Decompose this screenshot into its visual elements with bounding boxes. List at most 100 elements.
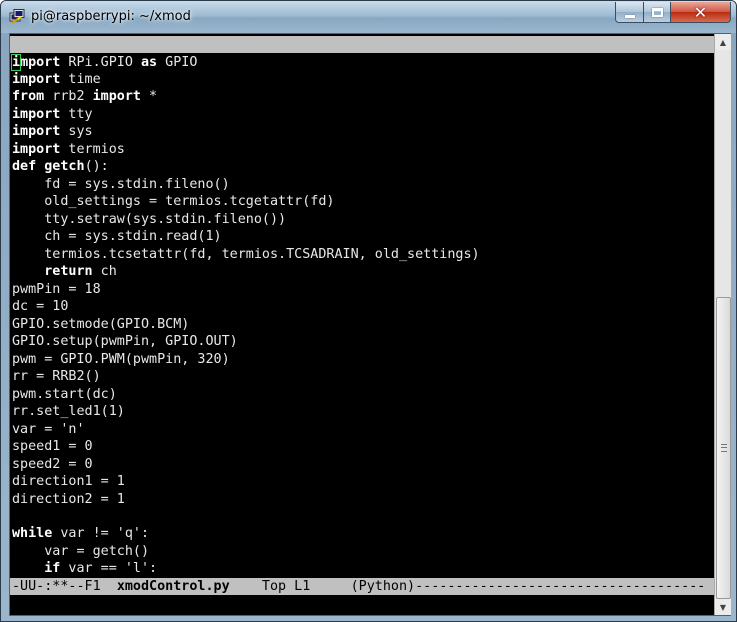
code-text: pwm = GPIO.PWM(pwmPin, 320) bbox=[12, 351, 230, 367]
code-text: old_settings = termios.tcgetattr(fd) bbox=[12, 194, 335, 210]
code-text: var == 'l': bbox=[60, 561, 158, 577]
code-text: GPIO.setmode(GPIO.BCM) bbox=[12, 316, 190, 332]
modeline-filename: xmodControl.py bbox=[116, 579, 230, 594]
code-keyword: import bbox=[12, 124, 61, 140]
scroll-down-arrow-icon[interactable]: ▼ bbox=[715, 599, 731, 615]
putty-terminal-icon bbox=[9, 9, 25, 24]
code-line[interactable]: speed1 = 0 bbox=[12, 438, 93, 456]
close-icon: ✕ bbox=[693, 2, 708, 22]
code-text: rr = RRB2() bbox=[12, 369, 101, 385]
code-text: direction2 = 1 bbox=[12, 491, 125, 507]
code-keyword: import bbox=[12, 141, 61, 157]
modeline-status: -UU-:**--F1 bbox=[12, 579, 117, 594]
menu-help[interactable]: Help bbox=[326, 54, 358, 71]
code-text: termios bbox=[60, 141, 125, 157]
vertical-scrollbar[interactable]: ▲ ▼ bbox=[714, 34, 731, 615]
code-line[interactable]: import tty bbox=[12, 106, 93, 124]
modeline-position: Top L1 (Python)-------------------------… bbox=[229, 579, 706, 594]
code-line[interactable]: rr = RRB2() bbox=[12, 368, 101, 386]
code-text: RPi.GPIO bbox=[60, 54, 141, 70]
menu-tools[interactable]: Tools bbox=[222, 54, 262, 71]
scroll-up-arrow-icon[interactable]: ▲ bbox=[715, 34, 731, 50]
code-text: ch bbox=[92, 264, 117, 280]
code-line[interactable]: def getch(): bbox=[12, 158, 109, 176]
maximize-icon bbox=[651, 7, 663, 17]
window-title: pi@raspberrypi: ~/xmod bbox=[31, 9, 191, 24]
code-line[interactable]: import RPi.GPIO as GPIO bbox=[10, 53, 198, 72]
emacs-menu-bar: File Edit Options Buffers Tools Python H… bbox=[10, 36, 714, 70]
code-text: ch = sys.stdin.read(1) bbox=[12, 229, 222, 245]
title-bar[interactable]: pi@raspberrypi: ~/xmod ✕ bbox=[1, 1, 736, 33]
code-keyword: def bbox=[12, 159, 37, 175]
code-keyword: import bbox=[92, 89, 141, 105]
code-line[interactable]: import termios bbox=[12, 141, 125, 159]
code-keyword: import bbox=[12, 71, 61, 87]
text-cursor: i bbox=[10, 53, 22, 71]
code-text: tty.setraw(sys.stdin.fileno()) bbox=[12, 211, 287, 227]
code-text: sys bbox=[60, 124, 93, 140]
code-line[interactable]: pwmPin = 18 bbox=[12, 281, 101, 299]
code-line[interactable]: return ch bbox=[12, 263, 117, 281]
code-line[interactable]: var = 'n' bbox=[12, 421, 85, 439]
code-line[interactable]: from rrb2 import * bbox=[12, 88, 157, 106]
code-line[interactable]: GPIO.setup(pwmPin, GPIO.OUT) bbox=[12, 333, 238, 351]
minimize-button[interactable] bbox=[615, 2, 644, 23]
code-text: rr.set_led1(1) bbox=[12, 404, 125, 420]
code-text: fd = sys.stdin.fileno() bbox=[12, 176, 230, 192]
terminal-client-area: File Edit Options Buffers Tools Python H… bbox=[9, 33, 731, 616]
code-text: var = 'n' bbox=[12, 421, 85, 437]
code-line[interactable]: GPIO.setmode(GPIO.BCM) bbox=[12, 316, 189, 334]
code-keyword: as bbox=[141, 54, 158, 70]
terminal-window: pi@raspberrypi: ~/xmod ✕ File Edit Optio… bbox=[0, 0, 737, 622]
code-line[interactable]: speed2 = 0 bbox=[12, 456, 93, 474]
code-text: (): bbox=[84, 159, 109, 175]
code-text: speed2 = 0 bbox=[12, 456, 93, 472]
code-line[interactable]: termios.tcsetattr(fd, termios.TCSADRAIN,… bbox=[12, 246, 480, 264]
code-keyword: while bbox=[12, 526, 53, 542]
code-keyword: return bbox=[44, 264, 93, 280]
minimize-icon bbox=[624, 14, 635, 18]
emacs-mode-line: -UU-:**--F1 xmodControl.py Top L1 (Pytho… bbox=[10, 578, 714, 595]
code-text: pwm.start(dc) bbox=[12, 386, 117, 402]
code-keyword: getch bbox=[44, 159, 85, 175]
close-button[interactable]: ✕ bbox=[670, 2, 731, 23]
emacs-terminal[interactable]: File Edit Options Buffers Tools Python H… bbox=[10, 34, 714, 615]
code-line[interactable]: import time bbox=[12, 71, 101, 89]
code-keyword: from bbox=[12, 89, 45, 105]
code-line[interactable]: import sys bbox=[12, 123, 93, 141]
code-line[interactable]: while var != 'q': bbox=[12, 525, 149, 543]
code-line[interactable]: direction1 = 1 bbox=[12, 473, 125, 491]
code-keyword: mport bbox=[20, 54, 61, 70]
scroll-grip-icon bbox=[721, 444, 727, 452]
code-text: dc = 10 bbox=[12, 299, 69, 315]
code-line[interactable]: rr.set_led1(1) bbox=[12, 403, 125, 421]
maximize-button[interactable] bbox=[643, 2, 671, 23]
code-keyword: if bbox=[44, 561, 61, 577]
code-text: direction1 = 1 bbox=[12, 474, 125, 490]
code-text: tty bbox=[60, 106, 93, 122]
scrollbar-thumb[interactable] bbox=[716, 297, 731, 599]
code-line[interactable]: pwm.start(dc) bbox=[12, 386, 117, 404]
menu-python[interactable]: Python bbox=[270, 54, 318, 71]
code-line[interactable]: fd = sys.stdin.fileno() bbox=[12, 176, 230, 194]
code-text: var != 'q': bbox=[52, 526, 150, 542]
code-text: speed1 = 0 bbox=[12, 439, 93, 455]
code-line[interactable]: tty.setraw(sys.stdin.fileno()) bbox=[12, 211, 286, 229]
code-keyword: import bbox=[12, 106, 61, 122]
code-line[interactable]: ch = sys.stdin.read(1) bbox=[12, 228, 222, 246]
code-text: time bbox=[60, 71, 101, 87]
code-line[interactable]: var = getch() bbox=[12, 543, 149, 561]
code-text: pwmPin = 18 bbox=[12, 281, 101, 297]
code-line[interactable]: dc = 10 bbox=[12, 298, 68, 316]
code-text: termios.tcsetattr(fd, termios.TCSADRAIN,… bbox=[12, 246, 480, 262]
code-line[interactable]: direction2 = 1 bbox=[12, 491, 125, 509]
code-line[interactable]: old_settings = termios.tcgetattr(fd) bbox=[12, 193, 334, 211]
code-line[interactable]: if var == 'l': bbox=[12, 560, 157, 578]
code-line[interactable]: pwm = GPIO.PWM(pwmPin, 320) bbox=[12, 351, 230, 369]
code-text: rrb2 bbox=[44, 89, 93, 105]
code-text: GPIO bbox=[157, 54, 198, 70]
code-text: GPIO.setup(pwmPin, GPIO.OUT) bbox=[12, 334, 238, 350]
code-text: var = getch() bbox=[12, 543, 150, 559]
